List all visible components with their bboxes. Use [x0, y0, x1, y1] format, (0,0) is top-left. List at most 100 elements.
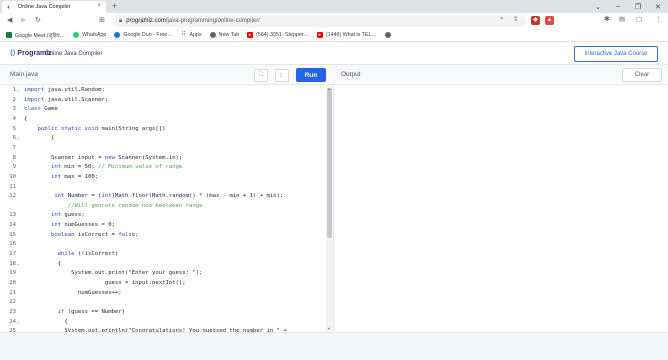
code-line[interactable]: 24 ▾ {	[0, 318, 326, 327]
file-tab-main-java[interactable]: Main.java	[10, 71, 38, 78]
code-line[interactable]: 5 public static void main(String args[])	[0, 125, 326, 134]
line-number: 15	[9, 231, 16, 238]
output-label: Output	[341, 71, 361, 78]
bookmark-item[interactable]: ⠿ Apps	[181, 32, 201, 38]
extension-alert-icon[interactable]: ▲	[545, 16, 554, 25]
bookmark-item[interactable]: ▸ (564) 3051- Stepper…	[247, 32, 309, 38]
site-header: ⟨⟩ Programiz Online Java Compiler Intera…	[0, 42, 668, 65]
reading-list-icon[interactable]: ▤	[619, 15, 625, 23]
forward-icon[interactable]: ▶	[21, 16, 26, 24]
bookmark-item[interactable]: New Tab	[209, 32, 240, 38]
share-icon[interactable]: ⇪	[513, 15, 518, 23]
bookmark-page-icon[interactable]: ⊞	[99, 16, 105, 24]
code-line[interactable]: 19 System.out.print("Enter your guess: "…	[0, 269, 326, 278]
code-line[interactable]: 10 int max = 100;	[0, 173, 326, 182]
code-line[interactable]: 8 Scanner input = new Scanner(System.in)…	[0, 154, 326, 163]
google-duo-icon	[114, 32, 121, 38]
code-text: //Will genrate random noo beetween range	[67, 202, 203, 209]
code-text: Scanner input = new Scanner(System.in);	[24, 154, 183, 161]
page-title: Online Java Compiler	[45, 51, 103, 57]
code-text: System.out.print("Enter your guess: ");	[24, 270, 203, 277]
extensions-puzzle-icon[interactable]: ✱	[604, 15, 610, 23]
search-icon[interactable]: ⌕	[500, 15, 504, 23]
interactive-course-button[interactable]: Interactive Java Course	[574, 46, 658, 62]
fold-toggle-icon[interactable]: ▾	[17, 318, 22, 327]
code-line[interactable]: 21 numGuesses++;	[0, 289, 326, 298]
code-line[interactable]: 7	[0, 144, 326, 153]
address-bar[interactable]: 🔒︎ programiz.com/java-programming/online…	[113, 15, 526, 27]
bookmark-label: Google Duo - Free…	[123, 32, 173, 38]
output-pane[interactable]	[335, 85, 668, 332]
scroll-down-icon[interactable]: ▼	[327, 326, 331, 331]
dark-mode-icon[interactable]: ☾	[275, 69, 289, 82]
line-number: 16	[9, 241, 16, 248]
line-number: 17	[9, 251, 16, 258]
maximize-icon[interactable]: ❐	[628, 0, 648, 13]
line-number: 10	[9, 173, 16, 180]
code-line[interactable]: 11	[0, 183, 326, 192]
line-number: 18	[9, 260, 16, 267]
code-line[interactable]: 15 boolean isCorrect = false;	[0, 231, 326, 240]
code-line[interactable]: //Will genrate random noo beetween range	[0, 202, 326, 211]
code-line[interactable]: 6 ▾ {	[0, 134, 326, 143]
fold-toggle-icon[interactable]: ▾	[17, 260, 22, 269]
fullscreen-icon[interactable]: ⛶	[254, 69, 268, 82]
new-tab-button[interactable]: +	[112, 0, 117, 12]
code-line[interactable]: 9 int min = 50; // Minimum value of rang…	[0, 163, 326, 172]
code-line[interactable]: 3 class Game	[0, 105, 326, 114]
tab-search-icon[interactable]: ⌄	[588, 0, 608, 13]
line-number: 11	[9, 183, 16, 190]
clear-button[interactable]: Clear	[622, 68, 662, 82]
code-line[interactable]: 2 import java.util.Scanner;	[0, 96, 326, 105]
bookmark-item[interactable]: Google Meet (जुड़िए…	[6, 31, 65, 39]
line-number: 21	[9, 289, 16, 296]
code-text: int min = 50; // Minimum value of range	[50, 164, 183, 171]
code-text: import java.util.Random;	[24, 87, 105, 93]
tab-close-icon[interactable]: ×	[97, 3, 101, 9]
line-number: 12	[9, 193, 16, 200]
line-number: 8	[12, 154, 16, 161]
code-line[interactable]: 22	[0, 298, 326, 307]
bookmark-item[interactable]	[384, 32, 394, 38]
code-editor[interactable]: 1 ▾ import java.util.Random; 2 import java.u…	[0, 85, 334, 332]
bookmark-label: WhatsApp	[81, 32, 107, 38]
extension-shield-icon[interactable]: ◆	[531, 16, 540, 25]
run-button[interactable]: Run	[296, 68, 326, 82]
code-text: guess = input.nextInt();	[24, 280, 186, 286]
profile-window-icon[interactable]: ▢	[636, 15, 642, 23]
code-line[interactable]: 12 int Number = (int)Math.floor(Math.ran…	[0, 192, 326, 201]
back-icon[interactable]: ◀	[7, 16, 12, 24]
code-line[interactable]: 17 while (!isCorrect)	[0, 250, 326, 259]
line-number: 22	[9, 299, 16, 306]
google-meet-icon	[6, 32, 12, 38]
globe-icon	[384, 32, 391, 38]
bookmark-item[interactable]: ▸ (1446) What is TEL…	[316, 32, 377, 38]
editor-scrollbar-thumb[interactable]	[327, 88, 332, 238]
menu-icon[interactable]: ⋮	[655, 15, 662, 23]
line-number: 5	[12, 125, 16, 132]
minimize-icon[interactable]: –	[608, 0, 628, 13]
fold-toggle-icon[interactable]: ▾	[17, 134, 22, 143]
url-text: programiz.com/java-programming/online-co…	[126, 18, 260, 24]
bookmark-item[interactable]: Google Duo - Free…	[114, 32, 173, 38]
url-path: /java-programming/online-compiler/	[165, 18, 260, 24]
code-line[interactable]: 14 int numGuesses = 0;	[0, 221, 326, 230]
bookmark-label: New Tab	[218, 32, 240, 38]
window-close-icon[interactable]: ✕	[648, 0, 668, 13]
reload-icon[interactable]: ↻	[35, 16, 41, 24]
code-line[interactable]: 1 ▾ import java.util.Random;	[0, 86, 326, 95]
code-line[interactable]: 13 int guess;	[0, 211, 326, 220]
code-line[interactable]: 20 guess = input.nextInt();	[0, 279, 326, 288]
code-line[interactable]: 18 ▾ {	[0, 260, 326, 269]
scroll-up-icon[interactable]: ▲	[327, 86, 331, 91]
bookmark-item[interactable]: WhatsApp	[72, 32, 107, 38]
browser-toolbar: ◀ ▶ ↻ ⊞ 🔒︎ programiz.com/java-programmin…	[0, 13, 668, 29]
browser-tab[interactable]: ◐ Online Java Compiler ×	[2, 1, 106, 13]
code-line[interactable]: 23 if (guess == Number)	[0, 308, 326, 317]
line-number: 14	[9, 222, 16, 229]
code-line[interactable]: 16	[0, 240, 326, 249]
fold-toggle-icon[interactable]: ▾	[17, 86, 22, 95]
line-number: 4	[12, 115, 16, 122]
code-text: class Game	[24, 106, 58, 113]
code-line[interactable]: 4{	[0, 115, 326, 124]
